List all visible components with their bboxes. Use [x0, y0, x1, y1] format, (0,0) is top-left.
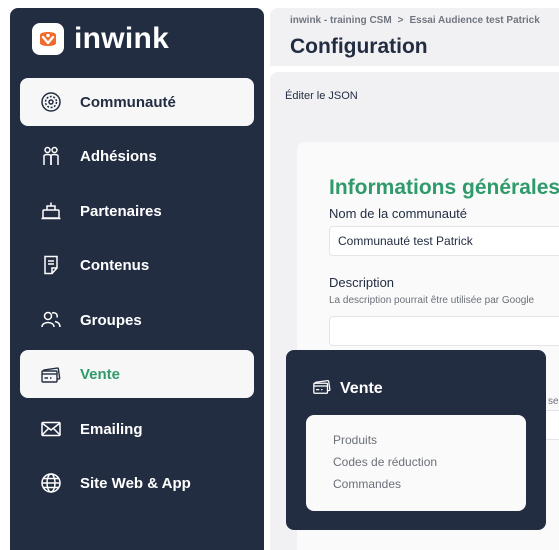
partners-icon: [38, 198, 64, 224]
sale-icon: [38, 361, 64, 387]
breadcrumb: inwink - training CSM > Essai Audience tes…: [290, 15, 540, 26]
app-window: inwink Communauté Adhésions Partenaires …: [0, 0, 559, 550]
members-icon: [38, 143, 64, 169]
sidebar-item-vente[interactable]: Vente: [20, 350, 254, 398]
flyout-header: Vente: [312, 376, 383, 401]
breadcrumb-item[interactable]: inwink - training CSM: [290, 15, 392, 26]
sidebar-item-communaute[interactable]: Communauté: [20, 78, 254, 126]
breadcrumb-item[interactable]: Essai Audience test Patrick: [410, 15, 540, 26]
edit-json-link[interactable]: Éditer le JSON: [285, 90, 358, 102]
community-name-label: Nom de la communauté: [329, 206, 468, 221]
page-title: Configuration: [290, 35, 428, 58]
sidebar-item-label: Communauté: [80, 93, 176, 111]
sidebar-item-partenaires[interactable]: Partenaires: [20, 187, 254, 235]
sidebar-item-site-web[interactable]: Site Web & App: [20, 459, 254, 507]
sidebar: inwink Communauté Adhésions Partenaires …: [10, 8, 264, 550]
cut-off-text: sen: [548, 396, 559, 407]
brand-name: inwink: [74, 22, 170, 55]
sidebar-item-label: Emailing: [80, 420, 143, 438]
sidebar-item-label: Vente: [80, 365, 121, 383]
flyout-link-produits[interactable]: Produits: [333, 433, 526, 455]
description-label: Description: [329, 275, 395, 290]
sidebar-item-groupes[interactable]: Groupes: [20, 296, 254, 344]
sidebar-item-emailing[interactable]: Emailing: [20, 405, 254, 453]
inwink-logo-icon: [32, 23, 64, 55]
mail-icon: [38, 416, 64, 442]
page-header: inwink - training CSM > Essai Audience tes…: [270, 8, 559, 66]
document-icon: [38, 252, 64, 278]
groups-icon: [38, 307, 64, 333]
breadcrumb-separator: >: [397, 15, 404, 26]
description-field[interactable]: [329, 316, 559, 346]
sidebar-item-label: Partenaires: [80, 202, 162, 220]
sidebar-item-label: Groupes: [80, 311, 142, 329]
brand[interactable]: inwink: [32, 22, 169, 56]
community-name-field[interactable]: Communauté test Patrick: [329, 226, 559, 256]
description-help-text: La description pourrait être utilisée pa…: [329, 295, 535, 306]
sidebar-item-contenus[interactable]: Contenus: [20, 241, 254, 289]
vente-flyout-menu: Vente Produits Codes de réduction Comman…: [286, 350, 546, 530]
globe-icon: [38, 470, 64, 496]
sidebar-item-label: Contenus: [80, 256, 150, 274]
flyout-title: Vente: [340, 379, 383, 397]
flyout-link-commandes[interactable]: Commandes: [333, 477, 526, 499]
sidebar-item-label: Adhésions: [80, 147, 157, 165]
section-title: Informations générales: [329, 176, 559, 199]
flyout-link-codes-reduction[interactable]: Codes de réduction: [333, 455, 526, 477]
sidebar-item-adhesions[interactable]: Adhésions: [20, 132, 254, 180]
sale-icon: [312, 376, 332, 401]
flyout-links-panel: Produits Codes de réduction Commandes: [306, 415, 526, 511]
community-icon: [38, 89, 64, 115]
sidebar-item-label: Site Web & App: [80, 474, 191, 492]
